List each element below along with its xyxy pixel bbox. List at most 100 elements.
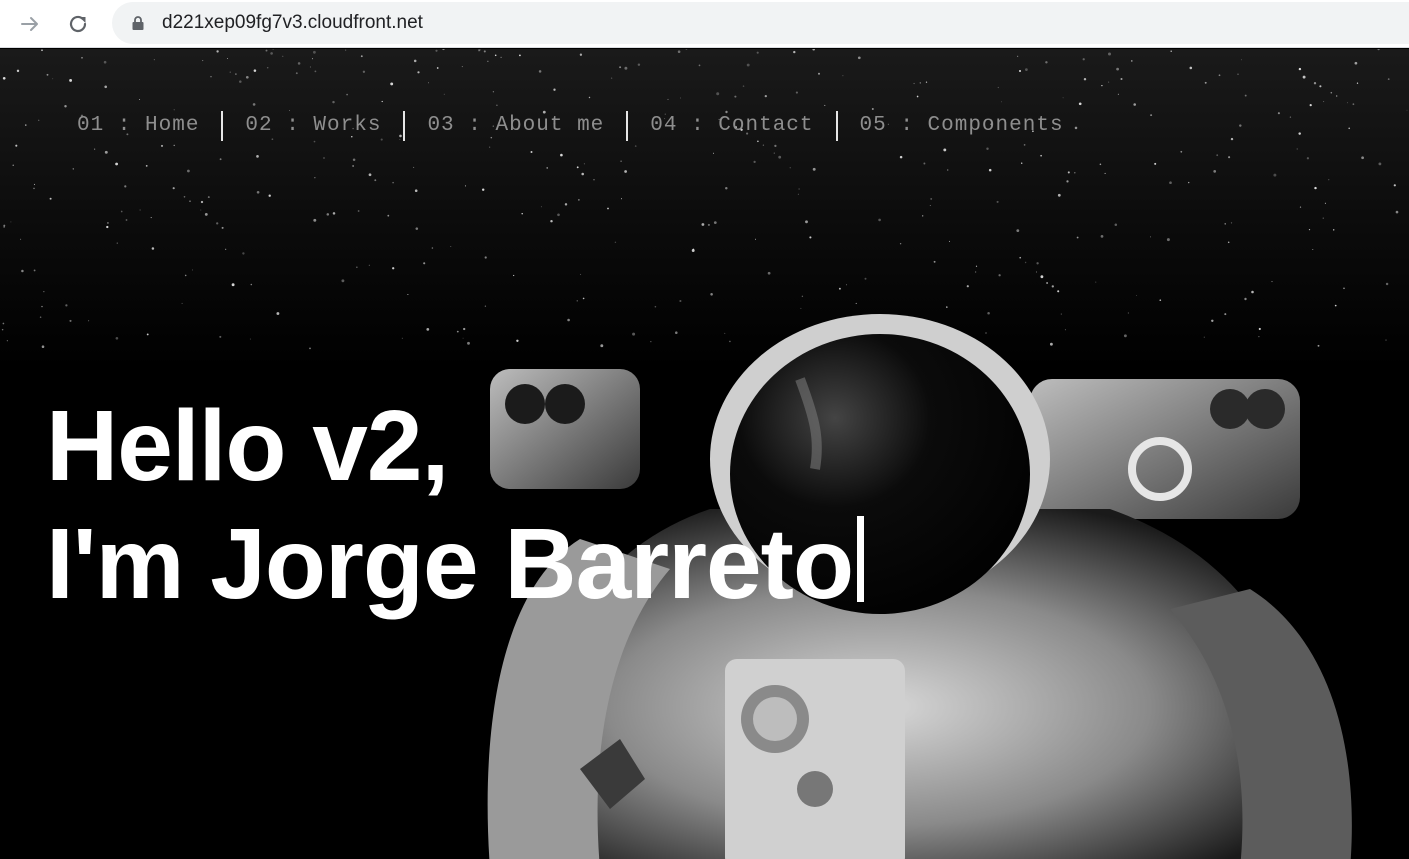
star [124,185,127,188]
nav-divider [835,111,838,141]
star [381,100,383,103]
star [3,224,6,227]
hero-heading: Hello v2, I'm Jorge Barreto [46,387,865,623]
star [94,148,96,150]
nav-item-components[interactable]: 05 : Components [849,109,1075,143]
star [518,54,521,57]
star [1336,95,1338,97]
nav-item-contact[interactable]: 04 : Contact [639,109,824,143]
star [435,49,438,52]
star [1166,238,1170,242]
star [481,188,485,191]
star [838,287,841,290]
star [667,98,669,100]
star [1057,193,1061,197]
star [1216,154,1219,157]
star [778,155,782,159]
star [846,284,847,286]
star [557,213,560,217]
star [1074,126,1078,130]
star [235,73,237,75]
star [311,58,314,60]
star [415,227,419,230]
star [1347,102,1349,104]
star [913,82,915,85]
star [49,197,52,200]
star [309,66,311,68]
star [1387,78,1390,80]
star [620,160,622,163]
star [20,238,22,240]
nav-item-home[interactable]: 01 : Home [66,109,210,143]
star [793,50,796,54]
star [701,223,705,226]
url-text[interactable]: d221xep09fg7v3.cloudfront.net [162,12,423,34]
star [464,185,467,187]
star [762,144,765,146]
star [576,166,579,169]
star [857,56,861,60]
star [1116,67,1119,71]
star [1040,154,1042,157]
star [1230,222,1233,224]
star [929,204,931,207]
address-bar[interactable]: d221xep09fg7v3.cloudfront.net [112,2,1409,44]
star [1328,179,1330,181]
star [189,200,191,202]
star [483,50,486,53]
star [2,76,6,80]
arrow-forward-icon [21,17,38,31]
star [713,152,714,154]
star [610,77,613,79]
star [753,160,756,164]
star [756,51,759,54]
star [221,226,224,229]
star [1330,91,1333,94]
star [691,249,695,252]
star [1312,249,1314,251]
star [546,167,548,169]
star [216,222,219,225]
star [713,221,717,224]
star [1361,156,1364,160]
star [899,243,902,245]
star [104,85,108,89]
star [352,158,356,162]
star [1001,101,1003,103]
star [41,49,43,52]
star [1296,148,1298,150]
star [1308,229,1311,231]
star [43,291,45,293]
star [250,283,253,286]
page-viewport: 01 : Home 02 : Works 03 : About me 04 : … [0,49,1409,859]
star [65,304,68,307]
nav-item-about-me[interactable]: 03 : About me [416,109,615,143]
star [204,213,208,216]
forward-button[interactable] [14,8,46,40]
star [809,236,812,239]
star [707,223,710,226]
star [183,195,186,198]
star [256,155,259,158]
star [607,207,609,210]
star [69,78,73,82]
star [115,336,119,340]
star [139,209,141,211]
star [1298,132,1301,135]
star [356,266,358,268]
star [360,55,363,58]
star [256,190,260,194]
star [1159,299,1162,302]
star [146,333,149,336]
hero-name: I'm Jorge Barreto [46,508,854,620]
star [239,80,242,83]
star [1289,116,1292,118]
nav-item-works[interactable]: 02 : Works [234,109,392,143]
star [423,262,426,265]
star [1036,262,1039,265]
hero-name-line: I'm Jorge Barreto [46,505,865,623]
star [1323,101,1325,103]
reload-button[interactable] [62,8,94,40]
star [530,151,533,153]
star [39,316,42,318]
